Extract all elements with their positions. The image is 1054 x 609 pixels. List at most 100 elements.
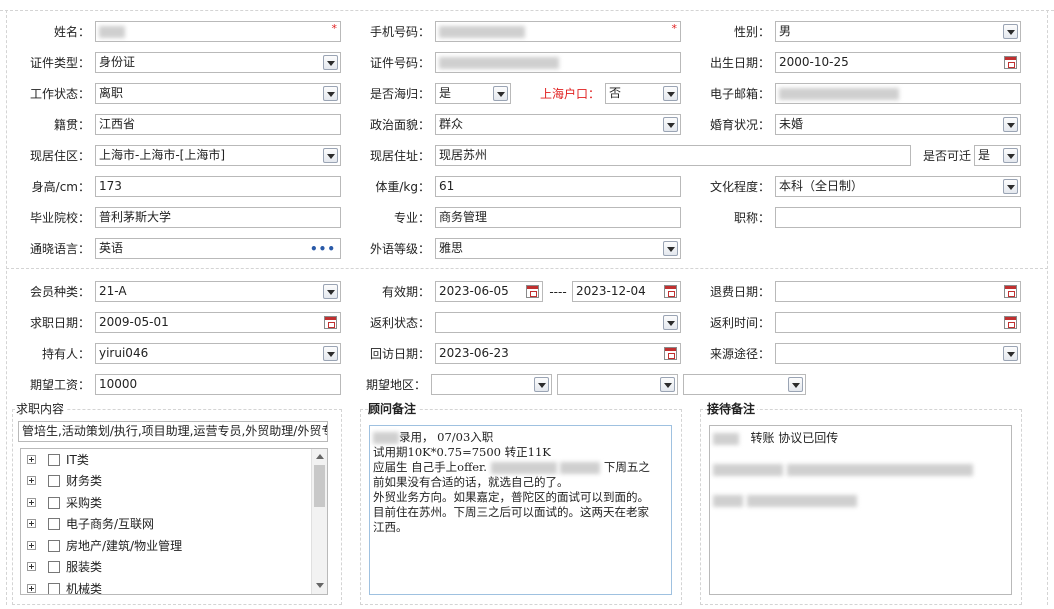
- gender-select[interactable]: 男: [775, 21, 1021, 42]
- major-field[interactable]: 商务管理: [435, 207, 681, 228]
- job-summary-field[interactable]: 管培生,活动策划/执行,项目助理,运营专员,外贸助理/外贸专员: [18, 421, 328, 442]
- idno-label: 证件号码：: [369, 56, 430, 70]
- weight-value: 61: [439, 179, 455, 193]
- relocate-select[interactable]: 是: [974, 145, 1021, 166]
- email-field[interactable]: [775, 83, 1021, 104]
- scroll-thumb[interactable]: [314, 465, 325, 507]
- langlevel-select[interactable]: 雅思: [435, 238, 681, 259]
- chevron-down-icon[interactable]: [1003, 179, 1018, 194]
- native-field[interactable]: 江西省: [95, 114, 341, 135]
- expand-icon[interactable]: [27, 455, 36, 464]
- area-district-select[interactable]: [683, 374, 806, 395]
- chevron-down-icon[interactable]: [323, 284, 338, 299]
- job-category-tree[interactable]: IT类 财务类 采购类 电子商务/互联网 房地产/建筑/物业管理 服装类 机械类: [20, 448, 328, 595]
- marital-label: 婚育状况：: [709, 118, 770, 132]
- marital-select[interactable]: 未婚: [775, 114, 1021, 135]
- chevron-down-icon[interactable]: [663, 241, 678, 256]
- chevron-down-icon[interactable]: [663, 86, 678, 101]
- top-divider: [0, 10, 1054, 11]
- returnee-label: 是否海归：: [369, 87, 430, 101]
- checkbox[interactable]: [48, 518, 60, 530]
- required-mark: *: [671, 22, 678, 35]
- valid-to-field[interactable]: 2023-12-04: [572, 281, 681, 302]
- source-select[interactable]: [775, 343, 1021, 364]
- expand-icon[interactable]: [27, 541, 36, 550]
- checkbox[interactable]: [48, 540, 60, 552]
- checkbox[interactable]: [48, 475, 60, 487]
- refund-date-field[interactable]: [775, 281, 1021, 302]
- height-value: 173: [99, 179, 122, 193]
- calendar-icon[interactable]: [664, 347, 677, 360]
- tree-scrollbar[interactable]: [311, 449, 327, 594]
- expand-icon[interactable]: [27, 498, 36, 507]
- checkbox[interactable]: [48, 454, 60, 466]
- phone-label: 手机号码：: [369, 25, 430, 39]
- advisor-note-line: 录用， 07/03入职: [373, 430, 668, 445]
- calendar-icon[interactable]: [664, 285, 677, 298]
- politics-select[interactable]: 群众: [435, 114, 681, 135]
- returnee-select[interactable]: 是: [435, 83, 511, 104]
- chevron-down-icon[interactable]: [663, 117, 678, 132]
- address-field[interactable]: 现居苏州: [435, 145, 911, 166]
- workstatus-value: 离职: [99, 86, 124, 100]
- checkbox[interactable]: [48, 583, 60, 594]
- chevron-down-icon[interactable]: [788, 377, 803, 392]
- valid-from-field[interactable]: 2023-06-05: [435, 281, 543, 302]
- chevron-down-icon[interactable]: [1003, 24, 1018, 39]
- checkbox[interactable]: [48, 497, 60, 509]
- marital-value: 未婚: [779, 117, 804, 131]
- chevron-down-icon[interactable]: [1003, 346, 1018, 361]
- hukou-select[interactable]: 否: [605, 83, 681, 104]
- education-select[interactable]: 本科（全日制）: [775, 176, 1021, 197]
- expand-icon[interactable]: [27, 584, 36, 593]
- advisor-note-line: 应届生 自己手上offer. 下周五之: [373, 460, 668, 475]
- reception-notes-textarea[interactable]: 转账 协议已回传: [709, 425, 1012, 595]
- rebate-status-label: 返利状态：: [369, 316, 430, 330]
- scroll-down-icon[interactable]: [316, 583, 324, 588]
- scroll-up-icon[interactable]: [316, 454, 324, 459]
- chevron-down-icon[interactable]: [323, 86, 338, 101]
- calendar-icon[interactable]: [1004, 316, 1017, 329]
- rebate-status-select[interactable]: [435, 312, 681, 333]
- chevron-down-icon[interactable]: [660, 377, 675, 392]
- holder-select[interactable]: yirui046: [95, 343, 341, 364]
- birth-date-field[interactable]: 2000-10-25: [775, 52, 1021, 73]
- salary-field[interactable]: 10000: [95, 374, 341, 395]
- chevron-down-icon[interactable]: [323, 148, 338, 163]
- expand-icon[interactable]: [27, 476, 36, 485]
- expand-icon[interactable]: [27, 562, 36, 571]
- chevron-down-icon[interactable]: [663, 315, 678, 330]
- langlevel-label: 外语等级：: [369, 242, 430, 256]
- visit-date-field[interactable]: 2023-06-23: [435, 343, 681, 364]
- phone-field[interactable]: *: [435, 21, 681, 42]
- more-options-icon[interactable]: •••: [310, 240, 336, 258]
- chevron-down-icon[interactable]: [323, 55, 338, 70]
- calendar-icon[interactable]: [1004, 56, 1017, 69]
- expand-icon[interactable]: [27, 519, 36, 528]
- height-field[interactable]: 173: [95, 176, 341, 197]
- chevron-down-icon[interactable]: [493, 86, 508, 101]
- rebate-time-field[interactable]: [775, 312, 1021, 333]
- language-field[interactable]: 英语 •••: [95, 238, 341, 259]
- calendar-icon[interactable]: [526, 285, 539, 298]
- school-field[interactable]: 普利茅斯大学: [95, 207, 341, 228]
- area-province-select[interactable]: [431, 374, 552, 395]
- jobdate-field[interactable]: 2009-05-01: [95, 312, 341, 333]
- chevron-down-icon[interactable]: [1003, 148, 1018, 163]
- name-field[interactable]: *: [95, 21, 341, 42]
- area-city-select[interactable]: [557, 374, 678, 395]
- calendar-icon[interactable]: [324, 316, 337, 329]
- checkbox[interactable]: [48, 561, 60, 573]
- workstatus-select[interactable]: 离职: [95, 83, 341, 104]
- idno-field[interactable]: [435, 52, 681, 73]
- calendar-icon[interactable]: [1004, 285, 1017, 298]
- region-select[interactable]: 上海市-上海市-[上海市]: [95, 145, 341, 166]
- idtype-select[interactable]: 身份证: [95, 52, 341, 73]
- title-field[interactable]: [775, 207, 1021, 228]
- chevron-down-icon[interactable]: [323, 346, 338, 361]
- chevron-down-icon[interactable]: [1003, 117, 1018, 132]
- membertype-select[interactable]: 21-A: [95, 281, 341, 302]
- chevron-down-icon[interactable]: [534, 377, 549, 392]
- weight-field[interactable]: 61: [435, 176, 681, 197]
- advisor-notes-textarea[interactable]: 录用， 07/03入职 试用期10K*0.75=7500 转正11K 应届生 自…: [369, 425, 672, 595]
